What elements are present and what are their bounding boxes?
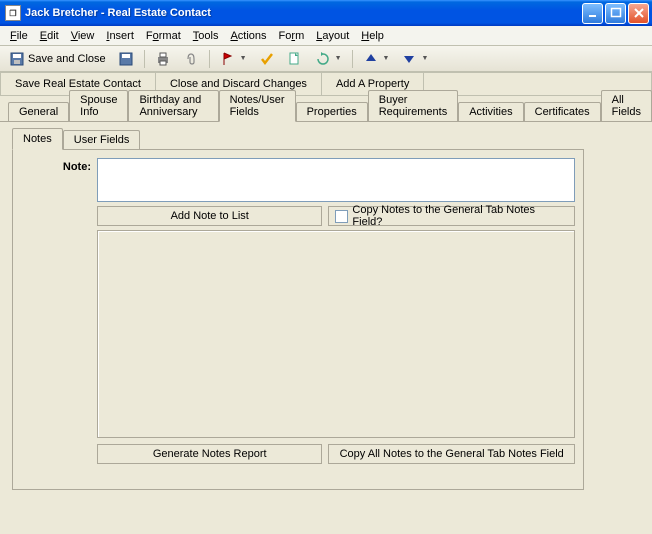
paperclip-icon	[183, 51, 199, 67]
menu-view[interactable]: View	[65, 28, 101, 44]
menu-insert[interactable]: Insert	[100, 28, 140, 44]
add-note-button[interactable]: Add Note to List	[97, 206, 322, 226]
window-title: Jack Bretcher - Real Estate Contact	[25, 7, 582, 19]
dropdown-arrow-icon: ▼	[383, 55, 390, 62]
copy-notes-label: Copy Notes to the General Tab Notes Fiel…	[352, 204, 568, 228]
arrow-up-icon	[363, 51, 379, 67]
print-icon	[155, 51, 171, 67]
save-close-button[interactable]: Save and Close	[4, 48, 111, 70]
window-controls	[582, 3, 649, 24]
toolbar-separator	[144, 50, 145, 68]
main-tabs: General Spouse Info Birthday and Anniver…	[0, 100, 652, 122]
menubar: File Edit View Insert Format Tools Actio…	[0, 26, 652, 46]
tab-notes-user[interactable]: Notes/User Fields	[219, 90, 296, 122]
menu-edit[interactable]: Edit	[34, 28, 65, 44]
recur-icon	[315, 51, 331, 67]
copy-all-notes-button[interactable]: Copy All Notes to the General Tab Notes …	[328, 444, 575, 464]
tab-properties[interactable]: Properties	[296, 102, 368, 121]
sub-tabs: Notes User Fields	[12, 128, 584, 150]
menu-actions[interactable]: Actions	[224, 28, 272, 44]
tab-activities[interactable]: Activities	[458, 102, 523, 121]
toolbar-separator	[352, 50, 353, 68]
print-button[interactable]	[150, 48, 176, 70]
arrow-down-icon	[401, 51, 417, 67]
tab-all-fields[interactable]: All Fields	[601, 90, 652, 121]
save-button[interactable]	[113, 48, 139, 70]
maximize-button[interactable]	[605, 3, 626, 24]
menu-file[interactable]: File	[4, 28, 34, 44]
content: Notes User Fields Note: Add Note to List…	[0, 122, 652, 496]
minimize-button[interactable]	[582, 3, 603, 24]
menu-format[interactable]: Format	[140, 28, 187, 44]
tab-notes[interactable]: Notes	[12, 128, 63, 150]
disk-icon	[118, 51, 134, 67]
nav-up-button[interactable]: ▼	[358, 48, 395, 70]
flag-icon	[220, 51, 236, 67]
menu-layout[interactable]: Layout	[310, 28, 355, 44]
page-button[interactable]	[282, 48, 308, 70]
close-button[interactable]	[628, 3, 649, 24]
tab-general[interactable]: General	[8, 102, 69, 121]
check-icon	[259, 51, 275, 67]
page-icon	[287, 51, 303, 67]
tab-birthday[interactable]: Birthday and Anniversary	[128, 90, 218, 121]
dropdown-arrow-icon: ▼	[335, 55, 342, 62]
notes-list[interactable]	[97, 230, 575, 438]
flag-button[interactable]: ▼	[215, 48, 252, 70]
toolbar: Save and Close ▼ ▼ ▼ ▼	[0, 46, 652, 72]
tab-user-fields[interactable]: User Fields	[63, 130, 141, 149]
nav-down-button[interactable]: ▼	[396, 48, 433, 70]
save-icon	[9, 51, 25, 67]
tab-buyer[interactable]: Buyer Requirements	[368, 90, 458, 121]
menu-tools[interactable]: Tools	[187, 28, 225, 44]
dropdown-arrow-icon: ▼	[421, 55, 428, 62]
copy-notes-checkbox[interactable]	[335, 210, 348, 223]
note-label: Note:	[21, 158, 91, 202]
app-icon: ❐	[5, 5, 21, 21]
menu-form[interactable]: Form	[273, 28, 311, 44]
note-input[interactable]	[97, 158, 575, 202]
save-close-label: Save and Close	[28, 53, 106, 65]
titlebar: ❐ Jack Bretcher - Real Estate Contact	[0, 0, 652, 26]
attach-button[interactable]	[178, 48, 204, 70]
toolbar-separator	[209, 50, 210, 68]
generate-report-button[interactable]: Generate Notes Report	[97, 444, 322, 464]
tab-spouse[interactable]: Spouse Info	[69, 90, 128, 121]
recur-button[interactable]: ▼	[310, 48, 347, 70]
menu-help[interactable]: Help	[355, 28, 390, 44]
notes-panel: Note: Add Note to List Copy Notes to the…	[12, 150, 584, 490]
tab-certificates[interactable]: Certificates	[524, 102, 601, 121]
dropdown-arrow-icon: ▼	[240, 55, 247, 62]
check-button[interactable]	[254, 48, 280, 70]
